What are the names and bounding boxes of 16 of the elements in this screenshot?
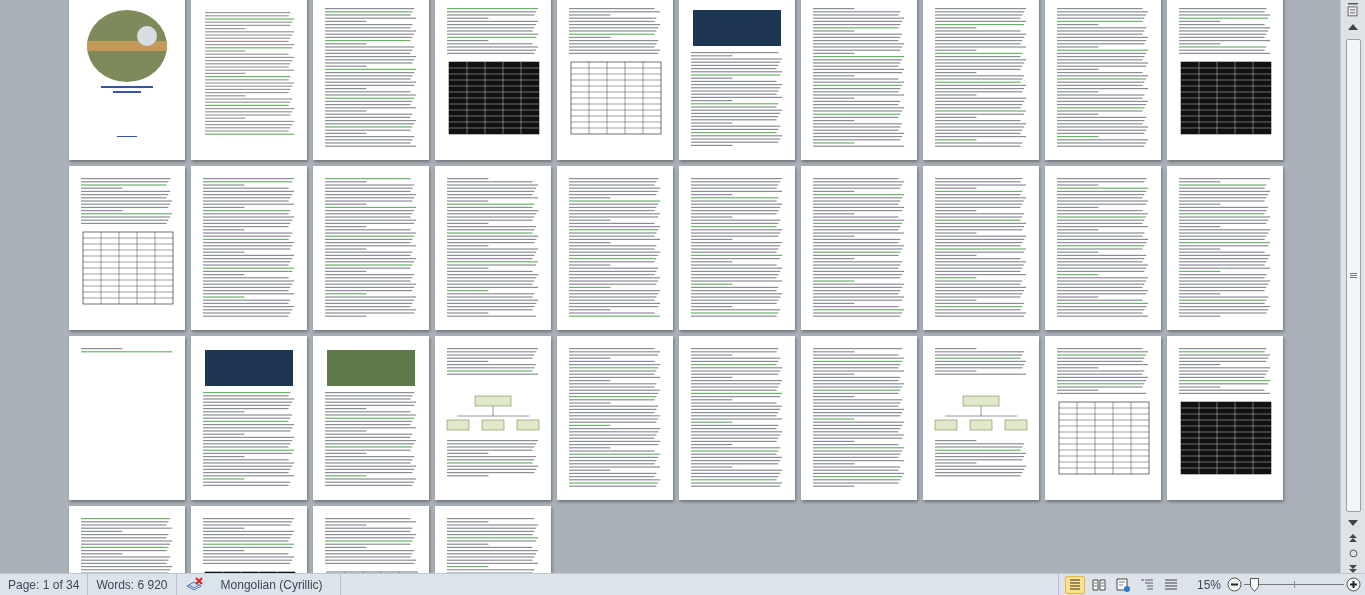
zoom-out-icon[interactable] bbox=[1227, 577, 1242, 592]
print-layout-icon[interactable] bbox=[1064, 575, 1085, 594]
scrollbar-thumb[interactable] bbox=[1345, 38, 1361, 513]
word-count[interactable]: Words: 6 920 bbox=[88, 573, 177, 595]
scroll-up-arrow-icon[interactable] bbox=[1348, 23, 1358, 30]
browse-object-icon[interactable] bbox=[1348, 549, 1358, 559]
zoom-in-icon[interactable] bbox=[1346, 577, 1361, 592]
proofing-error-icon[interactable] bbox=[185, 577, 204, 592]
page-count[interactable]: Page: 1 of 34 bbox=[0, 573, 89, 595]
ruler-toggle-icon[interactable] bbox=[1346, 2, 1360, 18]
zoom-slider-thumb[interactable] bbox=[1250, 577, 1260, 592]
previous-page-icon[interactable] bbox=[1349, 534, 1357, 543]
zoom-slider-track[interactable] bbox=[1244, 577, 1344, 592]
scroll-down-arrow-icon[interactable] bbox=[1348, 520, 1358, 527]
language-indicator[interactable]: Mongolian (Cyrillic) bbox=[203, 573, 341, 595]
zoom-level[interactable]: 15% bbox=[1196, 575, 1221, 594]
